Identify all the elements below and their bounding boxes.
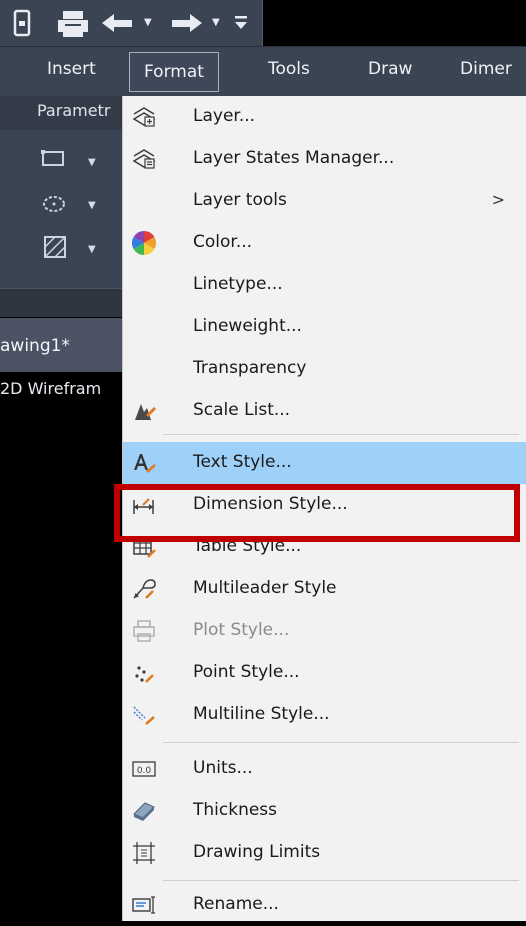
redo-icon[interactable] <box>168 11 204 37</box>
quick-access-toolbar: ▼ ▼ <box>0 0 263 46</box>
hatch-dropdown-icon[interactable]: ▼ <box>88 244 96 255</box>
undo-icon[interactable] <box>100 11 136 37</box>
menu-separator <box>163 434 519 435</box>
menu-item-label: Text Style... <box>193 452 292 472</box>
plot-style-icon <box>131 618 157 644</box>
point-style-icon <box>131 660 157 686</box>
rectangle-tool-icon[interactable] <box>40 146 68 170</box>
menu-item-layer[interactable]: Layer... <box>123 96 526 138</box>
menu-item-label: Layer States Manager... <box>193 148 395 168</box>
menu-item-thickness[interactable]: Thickness <box>123 790 526 832</box>
highlight-callout-box <box>114 484 520 542</box>
menu-item-label: Multileader Style <box>193 578 337 598</box>
menu-bar: Insert Format Tools Draw Dimer <box>0 46 526 97</box>
multileader-style-icon <box>131 576 157 602</box>
menu-draw[interactable]: Draw <box>368 59 412 79</box>
menu-item-layer-tools[interactable]: Layer tools > <box>123 180 526 222</box>
layer-icon <box>131 104 157 130</box>
menu-tools[interactable]: Tools <box>268 59 310 79</box>
menu-item-label: Lineweight... <box>193 316 302 336</box>
text-style-icon <box>131 450 157 476</box>
menu-item-label: Drawing Limits <box>193 842 321 862</box>
plot-icon[interactable] <box>56 9 90 39</box>
menu-item-scale-list[interactable]: Scale List... <box>123 390 526 432</box>
undo-dropdown-icon[interactable]: ▼ <box>144 17 152 28</box>
ribbon-panel-footer <box>0 288 132 317</box>
menu-item-label: Point Style... <box>193 662 300 682</box>
new-sheet-icon[interactable] <box>10 9 36 39</box>
menu-item-label: Layer tools <box>193 190 287 210</box>
menu-item-linetype[interactable]: Linetype... <box>123 264 526 306</box>
menu-item-rename[interactable]: Rename... <box>123 884 526 926</box>
layer-states-icon <box>131 146 157 172</box>
menu-item-label: Units... <box>193 758 253 778</box>
menu-separator <box>163 880 519 881</box>
multiline-style-icon <box>131 702 157 728</box>
menu-item-plot-style: Plot Style... <box>123 610 526 652</box>
redo-dropdown-icon[interactable]: ▼ <box>212 17 220 28</box>
thickness-icon <box>131 798 157 824</box>
menu-item-layer-states-manager[interactable]: Layer States Manager... <box>123 138 526 180</box>
rectangle-dropdown-icon[interactable]: ▼ <box>88 157 96 168</box>
menu-item-label: Scale List... <box>193 400 291 420</box>
menu-item-label: Layer... <box>193 106 256 126</box>
color-wheel-icon <box>131 230 157 256</box>
menu-item-multiline-style[interactable]: Multiline Style... <box>123 694 526 736</box>
menu-item-lineweight[interactable]: Lineweight... <box>123 306 526 348</box>
ribbon-tab-strip: Parametr <box>0 96 132 130</box>
viewport-visual-style-label[interactable]: 2D Wirefram <box>0 379 101 398</box>
ellipse-dropdown-icon[interactable]: ▼ <box>88 200 96 211</box>
rename-icon <box>131 892 157 918</box>
svg-text:0.0: 0.0 <box>137 766 152 776</box>
menu-item-label: Linetype... <box>193 274 283 294</box>
menu-item-label: Multiline Style... <box>193 704 330 724</box>
menu-item-multileader-style[interactable]: Multileader Style <box>123 568 526 610</box>
drawing-tab-label: awing1* <box>0 336 70 356</box>
customize-toolbar-icon[interactable] <box>232 12 250 34</box>
menu-item-label: Thickness <box>193 800 278 820</box>
menu-item-transparency[interactable]: Transparency <box>123 348 526 390</box>
menu-item-text-style[interactable]: Text Style... <box>123 442 526 484</box>
menu-item-label: Rename... <box>193 894 279 914</box>
drawing-tab[interactable]: awing1* <box>0 318 132 372</box>
ribbon-panel: Parametr ▼ ▼ ▼ <box>0 96 132 317</box>
menu-item-point-style[interactable]: Point Style... <box>123 652 526 694</box>
ribbon-tab-parametric[interactable]: Parametr <box>37 101 110 120</box>
menu-separator <box>163 742 519 743</box>
scale-list-icon <box>131 398 157 424</box>
units-icon: 0.0 <box>131 756 157 782</box>
menu-item-units[interactable]: 0.0 Units... <box>123 748 526 790</box>
ellipse-tool-icon[interactable] <box>42 192 70 216</box>
menu-dimension[interactable]: Dimer <box>460 59 512 79</box>
menu-item-label: Color... <box>193 232 253 252</box>
submenu-arrow-icon: > <box>491 190 505 209</box>
menu-item-label: Transparency <box>193 358 307 378</box>
menu-item-drawing-limits[interactable]: Drawing Limits <box>123 832 526 874</box>
hatch-tool-icon[interactable] <box>42 234 70 260</box>
menu-item-color[interactable]: Color... <box>123 222 526 264</box>
menu-item-label: Plot Style... <box>193 620 290 640</box>
drawing-limits-icon <box>131 840 157 866</box>
menu-insert[interactable]: Insert <box>47 59 96 79</box>
menu-format[interactable]: Format <box>129 52 219 92</box>
